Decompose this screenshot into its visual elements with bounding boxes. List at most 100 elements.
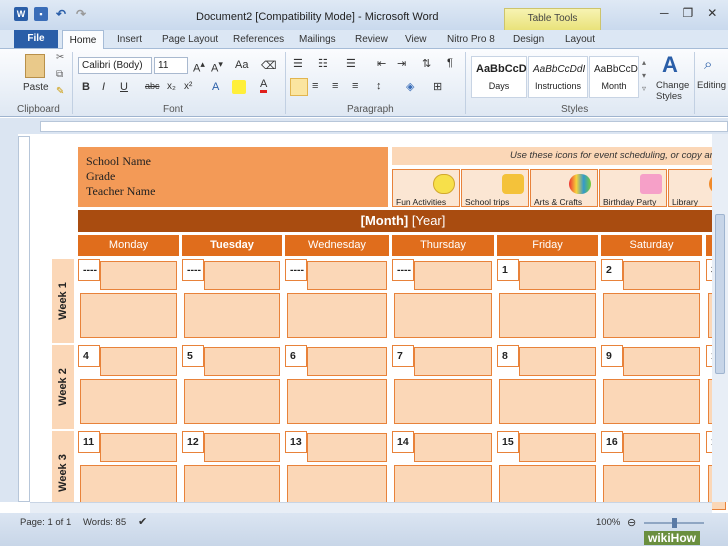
strikethrough-icon[interactable]: abc [145, 81, 160, 91]
grow-font-icon[interactable]: A▴ [193, 59, 205, 75]
paste-button[interactable]: Paste [23, 82, 49, 93]
bold-icon[interactable]: B [82, 81, 90, 93]
superscript-icon[interactable]: x² [184, 81, 192, 92]
school-info-block[interactable]: School Name Grade Teacher Name [78, 147, 388, 207]
event-header-box[interactable] [519, 433, 596, 462]
zoom-level[interactable]: 100% [596, 517, 620, 528]
event-body-box[interactable] [80, 293, 177, 338]
italic-icon[interactable]: I [102, 81, 105, 93]
style-instructions[interactable]: AaBbCcDdI Instructions [528, 56, 588, 98]
event-body-box[interactable] [394, 379, 492, 424]
clear-format-icon[interactable]: ⌫ [261, 59, 277, 72]
highlight-icon[interactable] [232, 80, 246, 94]
multilevel-list-icon[interactable]: ☰ [346, 57, 356, 70]
style-days[interactable]: AaBbCcD Days [471, 56, 527, 98]
teacher-name[interactable]: Teacher Name [86, 184, 380, 199]
tab-page-layout[interactable]: Page Layout [162, 30, 218, 49]
event-header-box[interactable] [623, 261, 700, 290]
tab-view[interactable]: View [405, 30, 427, 49]
event-body-box[interactable] [499, 379, 596, 424]
event-header-box[interactable] [414, 347, 492, 376]
align-left-icon[interactable] [290, 78, 308, 96]
show-marks-icon[interactable]: ¶ [447, 57, 453, 69]
tab-home[interactable]: Home [62, 30, 104, 50]
event-body-box[interactable] [499, 293, 596, 338]
font-size-combo[interactable]: 11 [154, 57, 188, 74]
vertical-ruler[interactable] [18, 136, 30, 502]
tab-design[interactable]: Design [513, 30, 544, 49]
tab-review[interactable]: Review [355, 30, 388, 49]
vertical-scrollbar[interactable] [712, 134, 728, 502]
tab-file[interactable]: File [14, 30, 58, 48]
icon-fun-activities[interactable]: Fun Activities [392, 169, 460, 207]
scroll-thumb[interactable] [715, 214, 725, 374]
change-case-icon[interactable]: Aa [235, 59, 248, 71]
month-label[interactable]: [Month] [361, 213, 409, 228]
minimize-icon[interactable]: ─ [660, 6, 669, 20]
event-body-box[interactable] [184, 293, 280, 338]
event-header-box[interactable] [307, 433, 387, 462]
event-header-box[interactable] [307, 347, 387, 376]
increase-indent-icon[interactable]: ⇥ [397, 57, 406, 70]
styles-scroll-icon[interactable]: ▴ ▾ ▿ [642, 56, 646, 95]
icon-birthday-party[interactable]: Birthday Party [599, 169, 667, 207]
sort-icon[interactable]: ⇅ [422, 57, 431, 70]
event-header-box[interactable] [100, 347, 177, 376]
grade[interactable]: Grade [86, 169, 380, 184]
proofing-icon[interactable]: ✔ [138, 515, 147, 528]
justify-icon[interactable]: ≡ [352, 80, 358, 92]
find-icon[interactable]: ⌕ [704, 56, 712, 73]
undo-icon[interactable]: ↶ [54, 7, 68, 21]
font-color-icon[interactable]: A [260, 79, 268, 93]
event-body-box[interactable] [394, 293, 492, 338]
event-header-box[interactable] [204, 261, 280, 290]
close-icon[interactable]: ✕ [707, 6, 717, 20]
event-header-box[interactable] [307, 261, 387, 290]
event-body-box[interactable] [287, 293, 387, 338]
event-header-box[interactable] [100, 433, 177, 462]
month-year-header[interactable]: [Month] [Year] [78, 210, 728, 232]
event-header-box[interactable] [623, 347, 700, 376]
copy-icon[interactable]: ⧉ [56, 69, 63, 80]
event-body-box[interactable] [184, 379, 280, 424]
style-month[interactable]: AaBbCcDd Month [589, 56, 639, 98]
event-body-box[interactable] [287, 379, 387, 424]
tab-mailings[interactable]: Mailings [299, 30, 336, 49]
horizontal-ruler[interactable] [40, 121, 728, 132]
line-spacing-icon[interactable]: ↕ [376, 80, 382, 92]
cut-icon[interactable]: ✂ [56, 52, 64, 63]
shading-icon[interactable]: ◈ [406, 80, 414, 93]
event-body-box[interactable] [603, 379, 700, 424]
tab-insert[interactable]: Insert [117, 30, 142, 49]
tab-layout[interactable]: Layout [565, 30, 595, 49]
icon-school-trips[interactable]: School trips [461, 169, 529, 207]
editing-button[interactable]: Editing [697, 80, 726, 91]
year-label[interactable]: [Year] [412, 213, 446, 228]
event-header-box[interactable] [100, 261, 177, 290]
school-name[interactable]: School Name [86, 154, 380, 169]
bullets-icon[interactable]: ☰ [293, 57, 303, 70]
event-header-box[interactable] [414, 433, 492, 462]
shrink-font-icon[interactable]: A▾ [211, 59, 223, 75]
event-header-box[interactable] [204, 433, 280, 462]
change-styles-icon[interactable]: A [662, 52, 678, 78]
save-icon[interactable]: ▪ [34, 7, 48, 21]
event-body-box[interactable] [80, 379, 177, 424]
event-header-box[interactable] [519, 347, 596, 376]
event-header-box[interactable] [204, 347, 280, 376]
event-header-box[interactable] [414, 261, 492, 290]
event-body-box[interactable] [603, 293, 700, 338]
align-center-icon[interactable]: ≡ [312, 80, 318, 92]
word-count[interactable]: Words: 85 [83, 517, 126, 528]
change-styles-button[interactable]: Change Styles [656, 80, 692, 102]
icon-arts-crafts[interactable]: Arts & Crafts [530, 169, 598, 207]
restore-icon[interactable]: ❐ [683, 6, 694, 20]
page-count[interactable]: Page: 1 of 1 [20, 517, 71, 528]
tab-nitro[interactable]: Nitro Pro 8 [447, 30, 495, 49]
underline-icon[interactable]: U [120, 81, 128, 93]
font-name-combo[interactable]: Calibri (Body) [78, 57, 152, 74]
horizontal-scrollbar[interactable] [30, 502, 712, 513]
zoom-out-icon[interactable]: ⊖ [627, 516, 636, 529]
text-effects-icon[interactable]: A [212, 81, 219, 93]
event-header-box[interactable] [519, 261, 596, 290]
